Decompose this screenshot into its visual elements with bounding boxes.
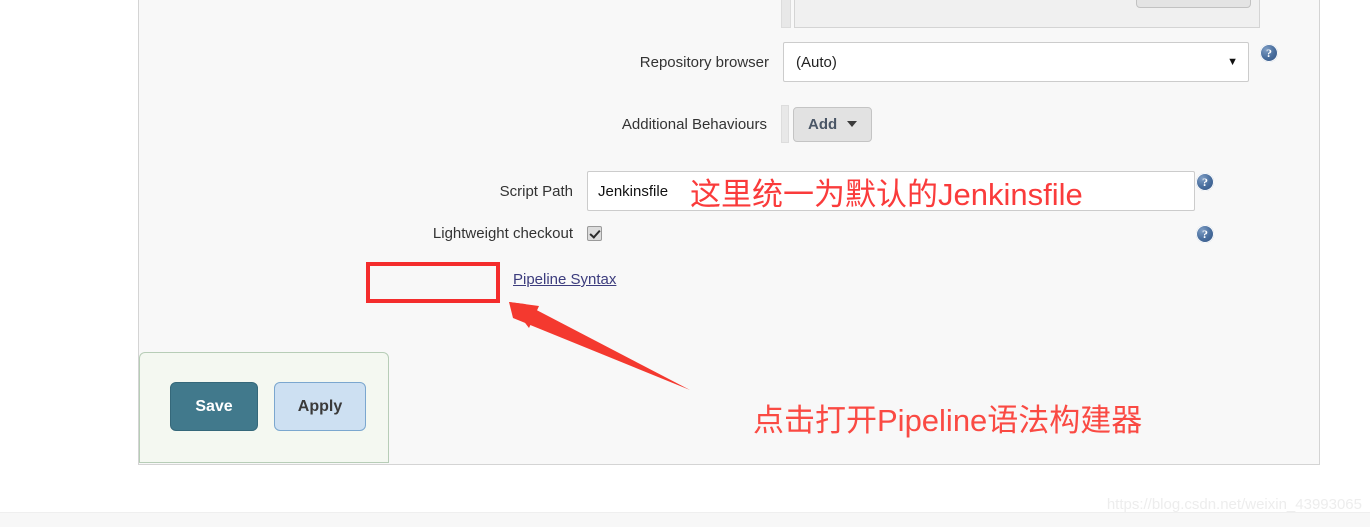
pipeline-syntax-row: Pipeline Syntax (513, 271, 616, 289)
add-branch-button[interactable]: Add Branch (1135, 0, 1251, 8)
add-behaviour-label: Add (808, 115, 838, 133)
repository-browser-select[interactable]: (Auto) ▼ (783, 42, 1249, 82)
row-repository-browser: Repository browser (Auto) ▼ (139, 42, 1321, 82)
save-button[interactable]: Save (170, 382, 258, 431)
annotation-highlight-box (366, 262, 500, 303)
add-behaviour-button[interactable]: Add (793, 106, 873, 142)
behaviour-accent-bar (781, 105, 789, 143)
chevron-down-icon: ▼ (1227, 55, 1238, 68)
lightweight-checkout-label: Lightweight checkout (432, 225, 573, 242)
watermark-text: https://blog.csdn.net/weixin_43993065 (1106, 496, 1362, 513)
footer-strip (0, 512, 1370, 527)
pipeline-config-panel: Add Branch Repository browser (Auto) ▼ ?… (138, 0, 1320, 465)
help-icon[interactable]: ? (1196, 173, 1214, 191)
nested-repo-accent-bar (781, 0, 791, 28)
annotation-pipeline-syntax-note: 点击打开Pipeline语法构建器 (753, 403, 1143, 438)
additional-behaviours-label: Additional Behaviours (621, 115, 767, 133)
nested-repository-panel: Add Branch (794, 0, 1260, 28)
row-additional-behaviours: Additional Behaviours Add (139, 105, 1321, 143)
caret-down-icon (847, 121, 858, 127)
lightweight-checkout-checkbox[interactable] (587, 226, 602, 241)
repository-browser-selected-value: (Auto) (796, 53, 837, 71)
pipeline-syntax-link[interactable]: Pipeline Syntax (513, 271, 616, 288)
apply-button[interactable]: Apply (274, 382, 366, 431)
repository-browser-label: Repository browser (639, 53, 769, 71)
help-icon[interactable]: ? (1260, 44, 1278, 62)
row-lightweight-checkout: Lightweight checkout (139, 225, 1321, 242)
help-icon[interactable]: ? (1196, 225, 1214, 243)
annotation-script-path-note: 这里统一为默认的Jenkinsfile (690, 177, 1083, 212)
save-apply-panel: Save Apply (139, 352, 389, 463)
script-path-label: Script Path (499, 182, 573, 200)
